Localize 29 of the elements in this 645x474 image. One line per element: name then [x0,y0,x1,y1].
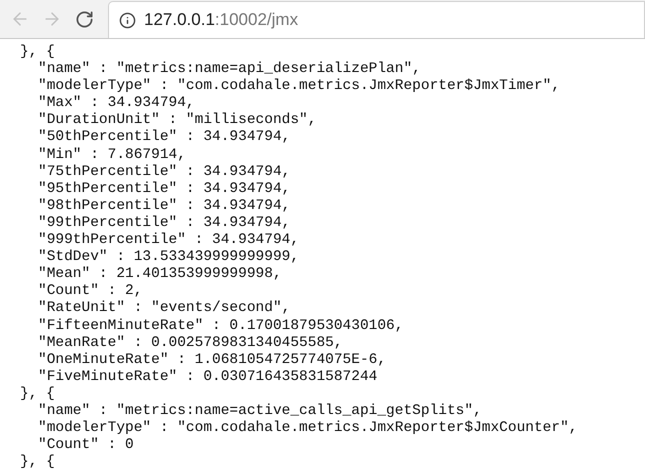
code-line: "Count" : 0 [37,437,135,454]
code-line: "name" : "metrics:name=active_calls_api_getSplits", [37,402,483,420]
code-line: "Mean" : 21.401353999999998, [37,266,283,284]
code-line: "modelerType" : "com.codahale.metrics.JmxReporter$JmxTimer", [37,78,562,96]
reload-icon[interactable] [74,10,94,28]
code-line: "Max" : 34.934794, [37,95,196,112]
code-line: "name" : "metrics:name=api_deserializePlan", [37,61,422,78]
code-line: "StdDev" : 13.533439999999999, [37,249,300,266]
code-line: "999thPercentile" : 34.934794, [37,232,300,250]
address-bar[interactable]: 127.0.0.1:10002/jmx [108,1,645,38]
code-line: "Min" : 7.867914, [37,146,187,164]
code-line: "75thPercentile" : 34.934794, [37,164,292,181]
code-line: "FiveMinuteRate" : 0.030716435831587244 [37,368,378,386]
code-line: "modelerType" : "com.codahale.metrics.JmxReporter$JmxCounter", [37,420,578,438]
code-line: }, { [20,454,56,472]
code-line: "DurationUnit" : "milliseconds", [37,112,318,130]
code-line: "MeanRate" : 0.0025789831340455585, [37,334,344,352]
code-line: "OneMinuteRate" : 1.0681054725774075E-6, [37,352,388,369]
code-line: }, { [20,386,56,403]
url-text: 127.0.0.1:10002/jmx [144,10,298,30]
code-line: "95thPercentile" : 34.934794, [37,180,292,198]
code-line: "Count" : 2, [37,283,144,300]
code-line: "98thPercentile" : 34.934794, [37,198,292,215]
code-line: "50thPercentile" : 34.934794, [37,129,292,147]
code-line: "99thPercentile" : 34.934794, [37,214,292,232]
info-icon[interactable] [119,12,136,28]
code-line: "RateUnit" : "events/second", [37,300,292,318]
code-line: }, { [20,44,56,62]
code-line: "FifteenMinuteRate" : 0.17001879530430106, [37,318,404,335]
